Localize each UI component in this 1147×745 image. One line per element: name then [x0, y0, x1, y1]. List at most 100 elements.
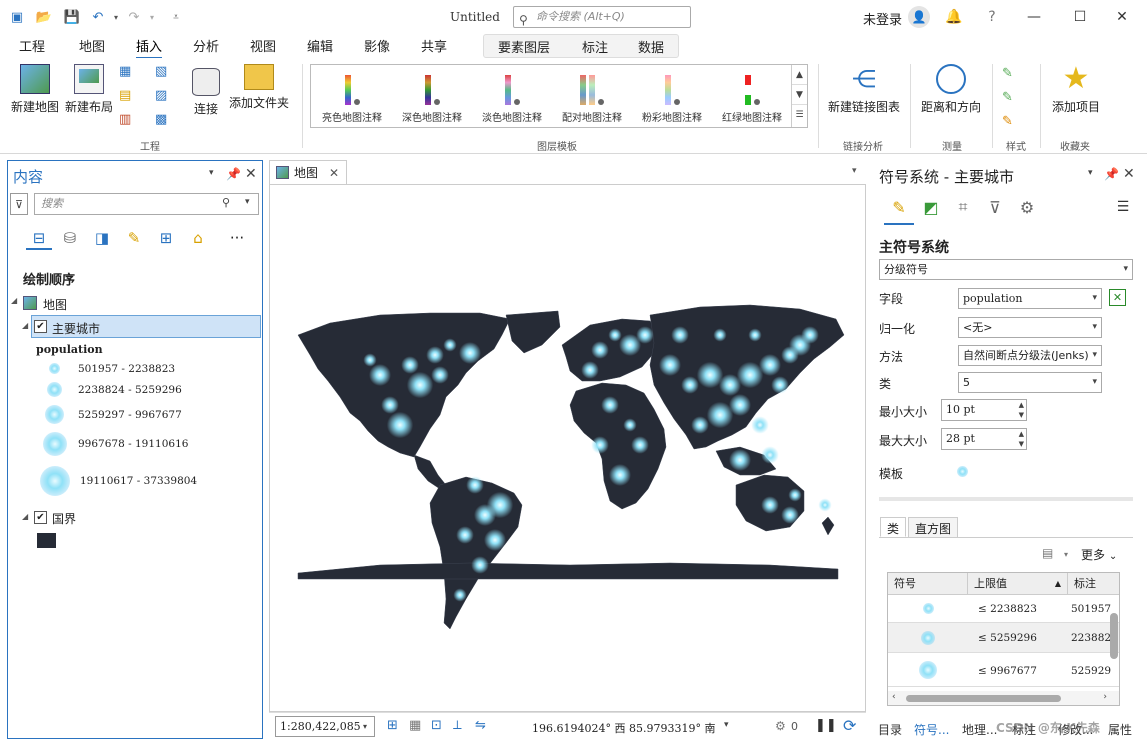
- template-red-green[interactable]: 红绿地图注释: [713, 69, 791, 124]
- classes-select[interactable]: 5: [958, 372, 1102, 393]
- more-options-button[interactable]: ···: [226, 227, 248, 249]
- layer-cities-name[interactable]: 主要城市: [52, 320, 100, 337]
- normalization-select[interactable]: <无>: [958, 317, 1102, 338]
- toolbox-icon[interactable]: ▦: [119, 64, 139, 80]
- classification-method-select[interactable]: 自然间断点分级法(Jenks): [958, 345, 1102, 366]
- upper-value[interactable]: ≤ 2238823: [978, 603, 1037, 615]
- spinner-arrows-icon[interactable]: ▲ ▼: [1019, 400, 1024, 420]
- style-import-icon[interactable]: ✎: [1002, 66, 1013, 81]
- template-pale[interactable]: 淡色地图注释: [473, 69, 551, 124]
- tab-data[interactable]: 数据: [638, 37, 664, 56]
- upper-value[interactable]: ≤ 5259296: [978, 632, 1037, 644]
- table-view-icon[interactable]: ▤: [1042, 546, 1053, 560]
- table-row[interactable]: ≤ 2238823 501957: [888, 595, 1119, 623]
- tab-share[interactable]: 共享: [421, 36, 447, 55]
- class-symbol[interactable]: [923, 603, 934, 614]
- add-folder-button[interactable]: 添加文件夹: [228, 64, 290, 111]
- vary-symbology-icon[interactable]: ◩: [918, 194, 944, 220]
- list-by-drawing-order-icon[interactable]: ⊟: [28, 227, 50, 249]
- tab-project[interactable]: 工程: [19, 36, 45, 55]
- tab-classes[interactable]: 类: [880, 517, 907, 537]
- upper-value[interactable]: ≤ 9967677: [978, 665, 1037, 677]
- minimize-icon[interactable]: —: [1022, 6, 1046, 28]
- horizontal-scrollbar[interactable]: ‹ ›: [888, 691, 1119, 705]
- max-size-input[interactable]: 28 pt ▲ ▼: [941, 428, 1027, 450]
- pane-splitter[interactable]: [879, 497, 1133, 501]
- scroll-up-icon[interactable]: ▲: [792, 65, 807, 85]
- layer-cities-checkbox[interactable]: ✔: [34, 320, 47, 333]
- tab-catalog[interactable]: 目录: [878, 721, 902, 738]
- collapse-layer-icon[interactable]: ◢: [22, 321, 28, 330]
- redo-icon[interactable]: ↷: [126, 9, 142, 25]
- coords-dropdown-icon[interactable]: ▾: [724, 720, 729, 730]
- tab-histogram[interactable]: 直方图: [908, 517, 959, 537]
- tab-view[interactable]: 视图: [250, 36, 276, 55]
- min-size-input[interactable]: 10 pt ▲ ▼: [941, 399, 1027, 421]
- list-by-selection-icon[interactable]: ◨: [91, 227, 113, 249]
- template-dark[interactable]: 深色地图注释: [393, 69, 471, 124]
- gallery-expand-icon[interactable]: ☰: [792, 105, 807, 125]
- close-map-tab-icon[interactable]: ✕: [329, 166, 339, 180]
- scroll-left-icon[interactable]: ‹: [892, 692, 896, 702]
- pane-options-icon[interactable]: ▾: [209, 168, 214, 178]
- close-pane-icon[interactable]: ✕: [1123, 166, 1135, 182]
- pane-options-icon[interactable]: ▾: [1088, 168, 1093, 178]
- add-item-button[interactable]: ★ 添加项目: [1048, 64, 1104, 115]
- close-pane-icon[interactable]: ✕: [245, 166, 257, 182]
- template-light[interactable]: 亮色地图注释: [313, 69, 391, 124]
- scale-selector[interactable]: 1:280,422,085: [275, 716, 375, 737]
- new-link-chart-button[interactable]: ⋲ 新建链接图表: [826, 64, 902, 115]
- tab-map[interactable]: 地图: [79, 36, 105, 55]
- filter-icon[interactable]: ⊽: [982, 194, 1008, 220]
- world-map[interactable]: [270, 185, 867, 713]
- scroll-down-icon[interactable]: ▼: [792, 85, 807, 105]
- scroll-thumb[interactable]: [906, 695, 1061, 702]
- class-symbol[interactable]: [921, 631, 935, 645]
- coordinate-icon[interactable]: ⇋: [475, 718, 486, 733]
- hamburger-menu-icon[interactable]: ☰: [1110, 194, 1136, 220]
- map-canvas[interactable]: [269, 184, 866, 712]
- expression-icon[interactable]: ✕: [1109, 289, 1126, 306]
- new-map-button[interactable]: 新建地图: [8, 64, 62, 115]
- redo-dropdown-icon[interactable]: ▾: [144, 9, 160, 25]
- primary-symbology-icon[interactable]: ✎: [886, 194, 912, 220]
- layer-boundaries-name[interactable]: 国界: [52, 510, 76, 527]
- pause-drawing-icon[interactable]: ❚❚: [815, 718, 837, 733]
- help-button[interactable]: ?: [980, 6, 1004, 28]
- fixed-zoom-icon[interactable]: ⊞: [387, 718, 398, 733]
- save-project-icon[interactable]: 💾: [64, 9, 80, 25]
- class-label[interactable]: 501957: [1071, 603, 1111, 615]
- report-icon[interactable]: ▨: [155, 88, 175, 104]
- open-project-icon[interactable]: 📂: [36, 9, 52, 25]
- list-by-editing-icon[interactable]: ✎: [123, 227, 145, 249]
- tab-feature-layer[interactable]: 要素图层: [498, 37, 550, 56]
- map-view-tab[interactable]: 地图 ✕: [269, 160, 347, 184]
- collapse-map-icon[interactable]: ◢: [11, 296, 17, 305]
- command-search-input[interactable]: ⚲ 命令搜索 (Alt+Q): [513, 6, 691, 28]
- snapping-icon[interactable]: ⟂: [453, 718, 462, 733]
- task-icon[interactable]: ▥: [119, 112, 139, 128]
- customize-toolbar-icon[interactable]: ⩡: [168, 9, 184, 25]
- tree-map-name[interactable]: 地图: [43, 296, 67, 313]
- signin-status[interactable]: 未登录: [863, 9, 902, 28]
- user-avatar-icon[interactable]: 👤: [908, 6, 930, 28]
- col-upper-header[interactable]: 上限值 ▲: [968, 573, 1068, 595]
- class-label[interactable]: 525929: [1071, 665, 1111, 677]
- notification-bell-icon[interactable]: 🔔: [942, 6, 966, 28]
- events-icon[interactable]: ⚙: [775, 719, 786, 733]
- tab-imagery[interactable]: 影像: [364, 36, 390, 55]
- pin-icon[interactable]: 📌: [226, 167, 241, 181]
- tab-properties[interactable]: 属性: [1108, 721, 1132, 738]
- more-menu-button[interactable]: 更多 ⌄: [1081, 546, 1117, 563]
- connect-button[interactable]: 连接: [188, 68, 224, 117]
- class-label[interactable]: 223882: [1071, 632, 1111, 644]
- field-select[interactable]: population: [958, 288, 1102, 309]
- symbol-layer-drawing-icon[interactable]: ⌗: [950, 194, 976, 220]
- list-by-labeling-icon[interactable]: ⌂: [187, 227, 209, 249]
- python-icon[interactable]: ▩: [155, 112, 175, 128]
- template-pastel[interactable]: 粉彩地图注释: [633, 69, 711, 124]
- tab-labeling[interactable]: 标注: [582, 37, 608, 56]
- layer-template-gallery[interactable]: 亮色地图注释 深色地图注释 淡色地图注释 配对地图注释 粉彩地图注释 红绿地图注…: [310, 64, 808, 128]
- maximize-icon[interactable]: ☐: [1068, 6, 1092, 28]
- undo-dropdown-icon[interactable]: ▾: [108, 9, 124, 25]
